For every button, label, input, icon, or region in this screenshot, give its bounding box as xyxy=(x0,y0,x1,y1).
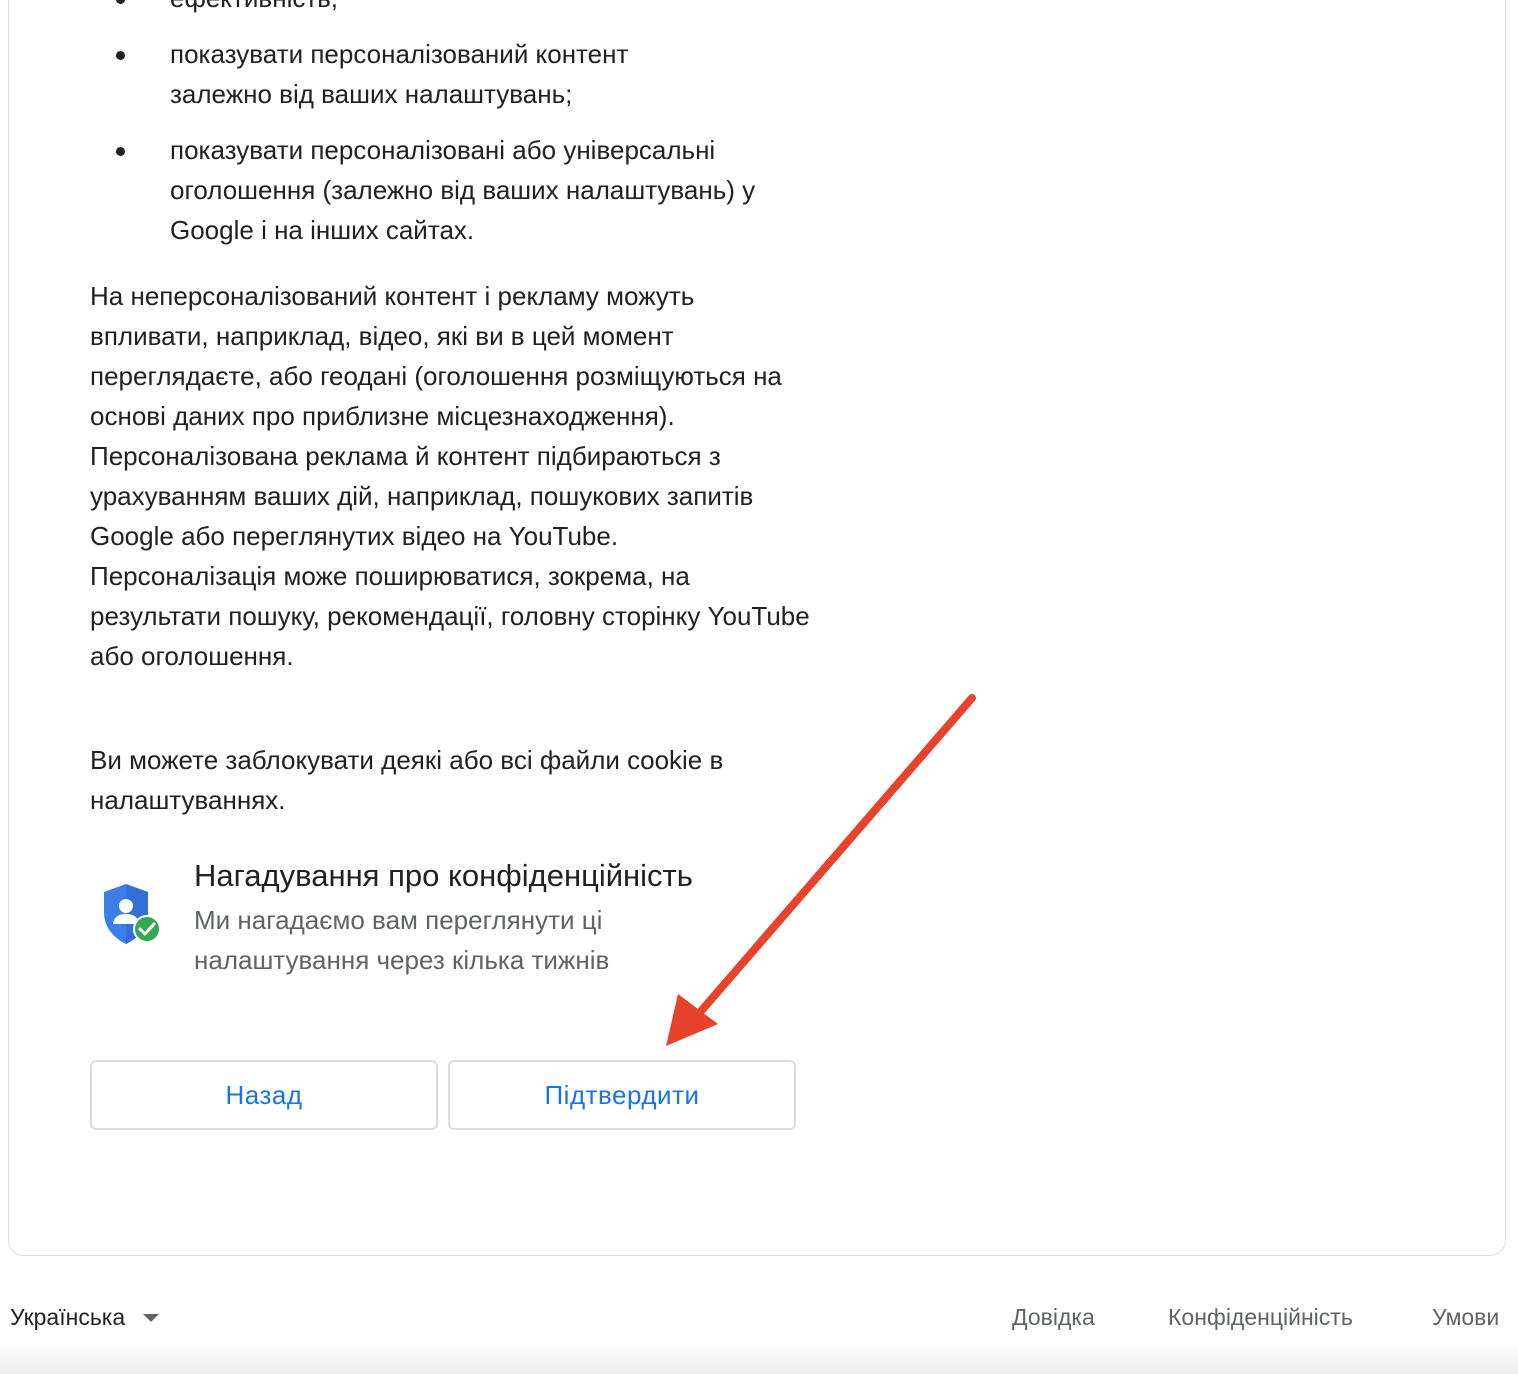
bullet-list: ефективність; показувати персоналізовани… xyxy=(90,0,810,266)
window-bottom-edge xyxy=(0,1344,1518,1374)
personalization-paragraph: На неперсоналізований контент і рекламу … xyxy=(90,281,810,671)
terms-link[interactable]: Умови xyxy=(1432,1304,1499,1331)
list-item: показувати персоналізовані або універсал… xyxy=(90,130,800,250)
help-link[interactable]: Довідка xyxy=(1012,1304,1095,1331)
footer: Українська Довідка Конфіденційність Умов… xyxy=(0,1296,1518,1344)
privacy-link[interactable]: Конфіденційність xyxy=(1168,1304,1353,1331)
back-button[interactable]: Назад xyxy=(90,1060,438,1130)
shield-check-icon xyxy=(98,878,166,950)
reminder-description: Ми нагадаємо вам переглянути ці налаштув… xyxy=(194,905,610,975)
list-item: ефективність; xyxy=(90,0,810,18)
page: ефективність; показувати персоналізовани… xyxy=(0,0,1518,1374)
confirm-button[interactable]: Підтвердити xyxy=(448,1060,796,1130)
reminder-title: Нагадування про конфіденційність xyxy=(194,858,693,893)
language-selector[interactable]: Українська xyxy=(10,1304,160,1331)
list-item: показувати персоналізований контент зале… xyxy=(90,34,730,114)
language-label: Українська xyxy=(10,1304,126,1330)
cookies-paragraph: Ви можете заблокувати деякі або всі файл… xyxy=(90,745,724,815)
caret-down-icon xyxy=(143,1313,160,1322)
